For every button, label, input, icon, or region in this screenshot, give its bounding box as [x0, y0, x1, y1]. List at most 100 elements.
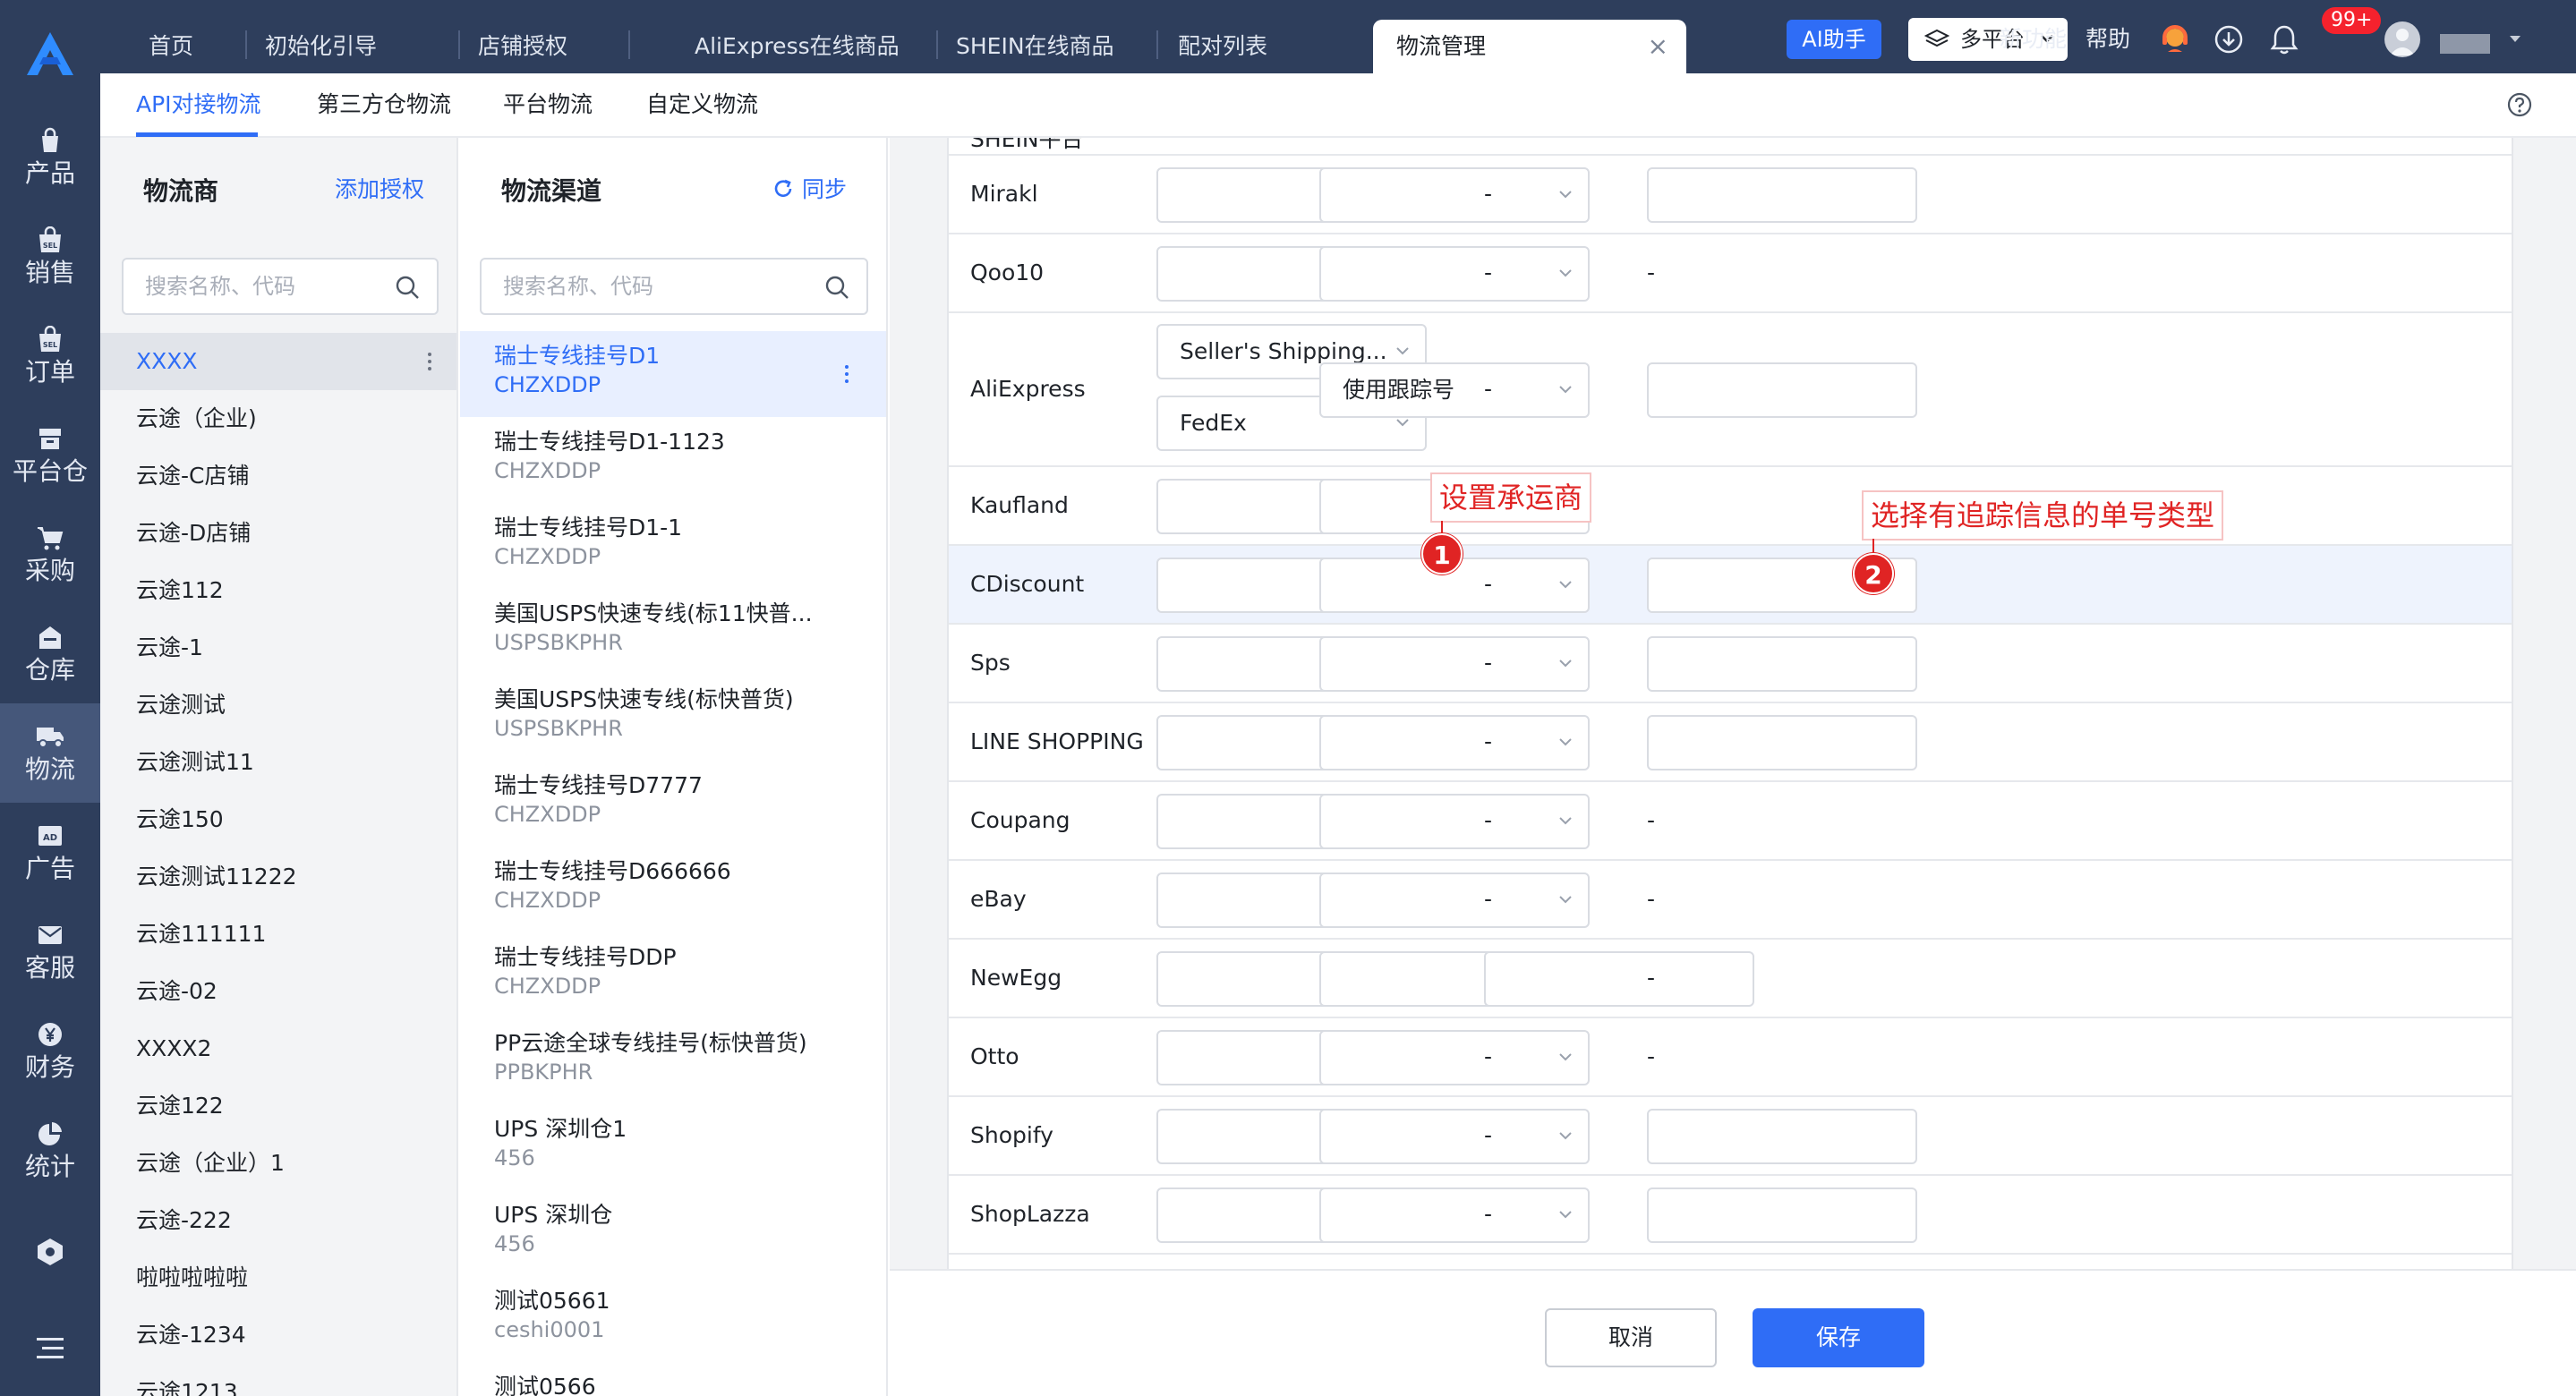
more-options-icon[interactable] — [829, 331, 865, 417]
carrier-item[interactable]: XXXX — [100, 333, 456, 390]
subtab-platform-logistics[interactable]: 平台物流 — [503, 73, 593, 138]
empty-cell: - — [1647, 886, 1656, 912]
tab-aliexpress-products[interactable]: AliExpress在线商品 — [695, 20, 900, 73]
tracking-url-input[interactable] — [1647, 1187, 1917, 1243]
carrier-item[interactable]: XXXX2 — [100, 1020, 456, 1077]
customer-service-icon[interactable] — [2157, 21, 2193, 57]
tracking-type-select[interactable]: 使用跟踪号 — [1319, 362, 1590, 418]
carrier-item[interactable]: 云途-1234 — [100, 1307, 456, 1364]
tracking-type-select[interactable] — [1319, 636, 1590, 692]
channel-item[interactable]: UPS 深圳仓 456 — [460, 1190, 886, 1276]
tracking-type-select[interactable] — [1319, 1187, 1590, 1243]
carrier-item[interactable]: 云途112 — [100, 562, 456, 619]
rail-item-warehouse[interactable]: 仓库 — [0, 604, 100, 703]
platform-row: ShopLazza - — [949, 1176, 2512, 1255]
channel-item[interactable]: 瑞士专线挂号DDP CHZXDDP — [460, 932, 886, 1018]
tab-separator — [936, 30, 938, 59]
ai-assistant-button[interactable]: AI助手 — [1787, 20, 1881, 59]
carrier-item[interactable]: 云途-222 — [100, 1192, 456, 1249]
subtab-third-party-warehouse[interactable]: 第三方仓物流 — [317, 73, 451, 138]
tracking-type-select[interactable] — [1319, 167, 1590, 223]
tab-store-auth[interactable]: 店铺授权 — [478, 20, 567, 73]
channel-search-input[interactable] — [503, 274, 813, 299]
channel-item[interactable]: PP云途全球专线挂号(标快普货) PPBKPHR — [460, 1018, 886, 1104]
subtab-custom-logistics[interactable]: 自定义物流 — [646, 73, 758, 138]
new-features-link[interactable]: 新功能 — [2000, 20, 2067, 59]
tracking-type-select[interactable] — [1319, 1109, 1590, 1164]
cancel-button[interactable]: 取消 — [1545, 1308, 1717, 1367]
channel-item[interactable]: 瑞士专线挂号D7777 CHZXDDP — [460, 761, 886, 847]
tab-home[interactable]: 首页 — [149, 20, 193, 73]
carrier-name: 云途111111 — [136, 921, 267, 947]
carrier-item[interactable]: 云途-1 — [100, 619, 456, 677]
sync-button[interactable]: 同步 — [772, 172, 847, 204]
empty-cell: - — [1484, 571, 1493, 597]
carrier-item[interactable]: 云途-02 — [100, 963, 456, 1020]
carrier-item[interactable]: 云途-C店铺 — [100, 447, 456, 505]
carrier-search-input[interactable] — [145, 274, 383, 299]
user-chevron-down-icon[interactable] — [2508, 34, 2522, 45]
carrier-item[interactable]: 云途（企业) — [100, 390, 456, 447]
username-redacted[interactable] — [2440, 34, 2490, 54]
channel-item[interactable]: 瑞士专线挂号D1 CHZXDDP — [460, 331, 886, 417]
tracking-url-input[interactable] — [1647, 362, 1917, 418]
carrier-item[interactable]: 云途-D店铺 — [100, 505, 456, 562]
tracking-type-select[interactable] — [1319, 715, 1590, 770]
rail-item-box[interactable]: 平台仓 — [0, 405, 100, 505]
search-icon[interactable] — [823, 274, 850, 301]
carrier-item[interactable]: 云途122 — [100, 1077, 456, 1135]
app-logo[interactable] — [0, 0, 100, 107]
subtab-api-logistics[interactable]: API对接物流 — [136, 73, 261, 138]
avatar[interactable] — [2384, 21, 2420, 57]
tracking-url-input[interactable] — [1647, 1109, 1917, 1164]
channel-item[interactable]: 瑞士专线挂号D1-1123 CHZXDDP — [460, 417, 886, 503]
channel-item[interactable]: 美国USPS快速专线(标11快普... USPSBKPHR — [460, 589, 886, 675]
carrier-item[interactable]: 云途111111 — [100, 906, 456, 963]
rail-item-ad[interactable]: AD 广告 — [0, 803, 100, 902]
channel-item[interactable]: 瑞士专线挂号D666666 CHZXDDP — [460, 847, 886, 932]
rail-item-sel-bag[interactable]: SEL 销售 — [0, 207, 100, 306]
tracking-type-select[interactable] — [1319, 794, 1590, 849]
channel-item[interactable]: 测试0566 — [460, 1362, 886, 1396]
search-icon[interactable] — [394, 274, 421, 301]
tab-logistics-management[interactable]: 物流管理 × — [1373, 20, 1686, 73]
settings-hex-icon[interactable] — [0, 1203, 100, 1301]
channel-item[interactable]: 瑞士专线挂号D1-1 CHZXDDP — [460, 503, 886, 589]
tab-init-guide[interactable]: 初始化引导 — [265, 20, 377, 73]
rail-item-truck[interactable]: 物流 — [0, 703, 100, 803]
carrier-item[interactable]: 云途（企业）1 — [100, 1135, 456, 1192]
tracking-url-input[interactable] — [1647, 167, 1917, 223]
rail-item-mail[interactable]: 客服 — [0, 902, 100, 1001]
carrier-item[interactable]: 云途测试 — [100, 677, 456, 734]
rail-item-bag[interactable]: 产品 — [0, 107, 100, 207]
download-icon[interactable] — [2211, 21, 2247, 57]
carrier-item[interactable]: 啦啦啦啦啦 — [100, 1249, 456, 1307]
rail-item-pie[interactable]: 统计 — [0, 1101, 100, 1200]
collapse-menu-icon[interactable] — [0, 1301, 100, 1396]
carrier-item[interactable]: 云途测试11 — [100, 734, 456, 791]
tracking-type-select[interactable] — [1319, 872, 1590, 928]
tab-pairing-list[interactable]: 配对列表 — [1178, 20, 1267, 73]
carrier-item[interactable]: 云途1213 — [100, 1364, 456, 1396]
tracking-number-input[interactable] — [1484, 951, 1754, 1007]
tracking-url-input[interactable] — [1647, 636, 1917, 692]
channel-item[interactable]: UPS 深圳仓1 456 — [460, 1104, 886, 1190]
save-button[interactable]: 保存 — [1753, 1308, 1924, 1367]
rail-item-cart[interactable]: 采购 — [0, 505, 100, 604]
more-options-icon[interactable] — [412, 333, 448, 390]
tab-shein-products[interactable]: SHEIN在线商品 — [956, 20, 1114, 73]
channel-item[interactable]: 测试05661 ceshi0001 — [460, 1276, 886, 1362]
carrier-item[interactable]: 云途测试11222 — [100, 848, 456, 906]
tracking-type-select[interactable] — [1319, 246, 1590, 302]
help-link[interactable]: 帮助 — [2086, 20, 2130, 59]
add-authorization-link[interactable]: 添加授权 — [335, 172, 424, 204]
rail-item-yen[interactable]: 财务 — [0, 1001, 100, 1101]
tracking-url-input[interactable] — [1647, 715, 1917, 770]
bell-icon[interactable] — [2266, 21, 2302, 57]
carrier-item[interactable]: 云途150 — [100, 791, 456, 848]
tracking-type-select[interactable] — [1319, 1030, 1590, 1085]
close-icon[interactable]: × — [1648, 20, 1668, 73]
channel-item[interactable]: 美国USPS快速专线(标快普货) USPSBKPHR — [460, 675, 886, 761]
help-circle-icon[interactable] — [2506, 91, 2533, 118]
rail-item-sel-bag[interactable]: SEL 订单 — [0, 306, 100, 405]
